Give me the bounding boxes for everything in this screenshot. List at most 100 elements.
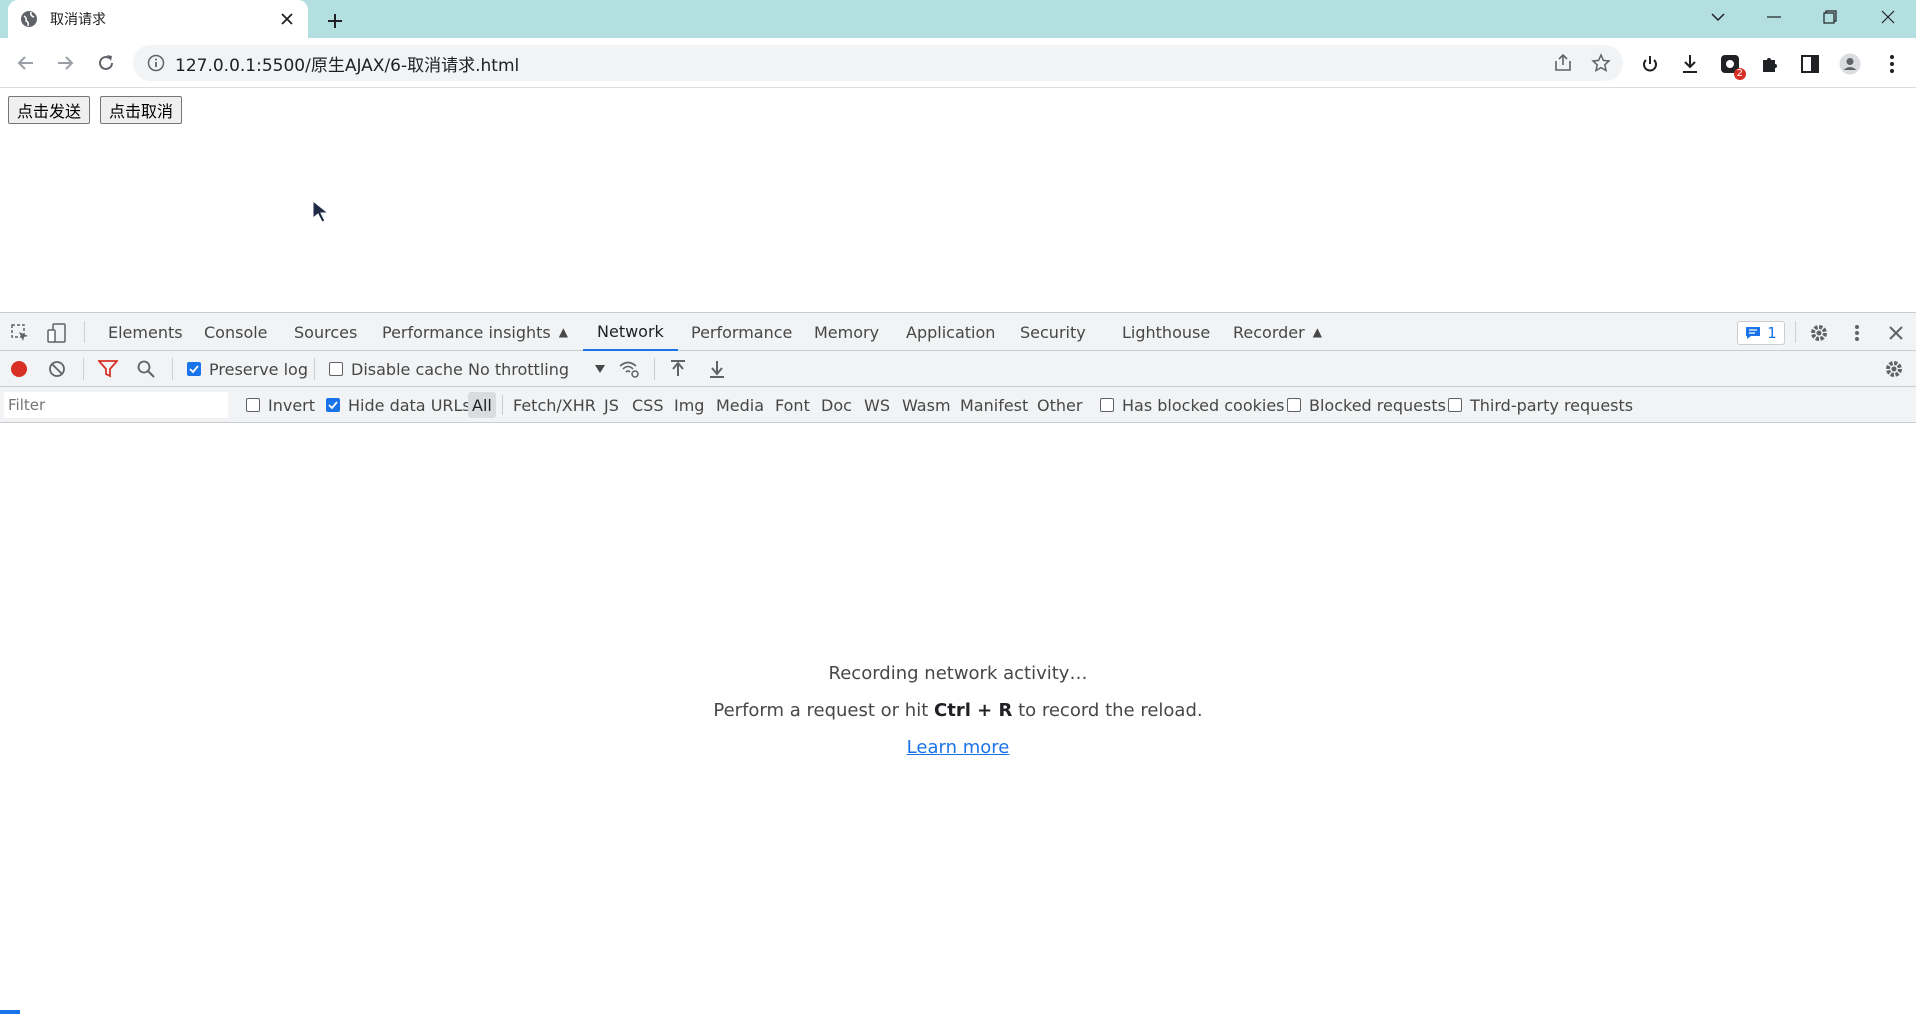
network-settings-gear-icon[interactable] [1884, 351, 1904, 387]
tab-label: Recorder [1233, 322, 1305, 342]
upload-icon[interactable] [670, 351, 686, 387]
profile-avatar-icon[interactable] [1838, 52, 1862, 76]
hide-data-urls-checkbox[interactable]: Hide data URLs [326, 387, 471, 423]
disable-cache-checkbox[interactable]: Disable cache [329, 351, 463, 387]
type-filter-media[interactable]: Media [712, 392, 768, 418]
hide-data-urls-label: Hide data URLs [348, 395, 471, 415]
tab-application[interactable]: Application [906, 313, 995, 351]
invert-checkbox[interactable]: Invert [246, 387, 315, 423]
power-icon[interactable] [1638, 52, 1662, 76]
browser-titlebar: 取消请求 [0, 0, 1916, 38]
tab-label: Elements [108, 322, 183, 342]
download-icon[interactable] [709, 351, 725, 387]
new-tab-button[interactable] [322, 8, 348, 34]
divider [1795, 321, 1796, 343]
reload-shortcut: Ctrl + R [934, 700, 1013, 721]
has-blocked-cookies-label: Has blocked cookies [1122, 395, 1285, 415]
tab-label: Security [1020, 322, 1086, 342]
reload-hint: Perform a request or hit Ctrl + R to rec… [0, 700, 1916, 721]
blocked-requests-checkbox[interactable]: Blocked requests [1287, 387, 1446, 423]
issues-count: 1 [1767, 324, 1777, 342]
back-icon[interactable] [10, 47, 42, 79]
third-party-requests-label: Third-party requests [1470, 395, 1634, 415]
type-filter-other[interactable]: Other [1033, 392, 1086, 418]
type-filter-js[interactable]: JS [600, 392, 623, 418]
tab-label: Performance [691, 322, 793, 342]
browser-tab[interactable]: 取消请求 [8, 0, 308, 38]
close-icon[interactable] [1885, 322, 1907, 344]
cancel-button[interactable]: 点击取消 [100, 96, 183, 124]
restore-icon[interactable] [1802, 0, 1858, 34]
tab-label: Sources [294, 322, 358, 342]
tab-sources[interactable]: Sources [294, 313, 357, 351]
tab-lighthouse[interactable]: Lighthouse [1122, 313, 1210, 351]
close-icon[interactable] [278, 10, 296, 28]
message-icon [1745, 326, 1761, 340]
tab-recorder[interactable]: Recorder ▲ [1233, 313, 1322, 351]
type-filter-wasm[interactable]: Wasm [898, 392, 955, 418]
tab-security[interactable]: Security [1020, 313, 1086, 351]
browser-toolbar: 127.0.0.1:5500/原生AJAX/6-取消请求.html 2 [0, 38, 1916, 88]
kebab-menu-icon[interactable] [1880, 52, 1904, 76]
checkbox-unchecked-icon [1100, 398, 1114, 412]
device-toolbar-icon[interactable] [46, 322, 68, 344]
reload-icon[interactable] [90, 47, 122, 79]
divider [502, 395, 503, 415]
minimize-icon[interactable] [1746, 0, 1802, 34]
inspect-element-icon[interactable] [9, 322, 31, 344]
address-bar[interactable]: 127.0.0.1:5500/原生AJAX/6-取消请求.html [133, 45, 1623, 81]
type-filter-img[interactable]: Img [670, 392, 708, 418]
type-filter-ws[interactable]: WS [860, 392, 894, 418]
clear-icon[interactable] [48, 351, 66, 387]
extension-badge-icon[interactable]: 2 [1718, 52, 1746, 80]
share-icon[interactable] [1553, 53, 1573, 73]
checkbox-unchecked-icon [246, 398, 260, 412]
third-party-requests-checkbox[interactable]: Third-party requests [1448, 387, 1633, 423]
devtools-panel: Elements Console Sources Performance ins… [0, 312, 1916, 1014]
blocked-requests-label: Blocked requests [1309, 395, 1446, 415]
throttling-select[interactable]: No throttling [468, 351, 606, 387]
type-filter-doc[interactable]: Doc [817, 392, 856, 418]
tab-performance[interactable]: Performance [691, 313, 792, 351]
recording-message: Recording network activity… [828, 663, 1088, 684]
tab-performance-insights[interactable]: Performance insights ▲ [382, 313, 568, 351]
url-text[interactable]: 127.0.0.1:5500/原生AJAX/6-取消请求.html [175, 51, 1553, 76]
info-icon[interactable] [147, 54, 165, 72]
window-close-icon[interactable] [1860, 0, 1916, 34]
has-blocked-cookies-checkbox[interactable]: Has blocked cookies [1100, 387, 1285, 423]
type-filter-font[interactable]: Font [771, 392, 814, 418]
checkbox-checked-icon [187, 362, 201, 376]
download-icon[interactable] [1678, 52, 1702, 76]
search-icon[interactable] [137, 351, 155, 387]
tab-label: Application [906, 322, 996, 342]
tab-network[interactable]: Network [583, 313, 678, 351]
star-icon[interactable] [1591, 53, 1611, 73]
tab-elements[interactable]: Elements [108, 313, 183, 351]
kebab-menu-icon[interactable] [1846, 322, 1868, 344]
tab-console[interactable]: Console [204, 313, 268, 351]
learn-more-link[interactable]: Learn more [0, 737, 1916, 758]
tab-memory[interactable]: Memory [814, 313, 879, 351]
devtools-tab-bar: Elements Console Sources Performance ins… [0, 313, 1916, 351]
chevron-down-icon[interactable] [1690, 0, 1746, 34]
forward-icon[interactable] [49, 47, 81, 79]
divider [83, 358, 84, 380]
invert-label: Invert [268, 395, 316, 415]
filter-icon[interactable] [98, 351, 118, 387]
send-button[interactable]: 点击发送 [8, 96, 91, 124]
preserve-log-checkbox[interactable]: Preserve log [187, 351, 308, 387]
type-filter-fetch-xhr[interactable]: Fetch/XHR [509, 392, 600, 418]
filter-input[interactable] [4, 392, 228, 418]
gear-icon[interactable] [1808, 322, 1830, 344]
puzzle-icon[interactable] [1758, 52, 1782, 76]
type-filter-all[interactable]: All [468, 392, 496, 418]
issues-button[interactable]: 1 [1737, 321, 1785, 345]
type-filter-css[interactable]: CSS [628, 392, 667, 418]
record-icon[interactable] [9, 351, 29, 387]
side-panel-icon[interactable] [1798, 52, 1822, 76]
tab-label: Console [204, 322, 268, 342]
checkbox-unchecked-icon [1287, 398, 1301, 412]
type-filter-manifest[interactable]: Manifest [956, 392, 1032, 418]
network-conditions-icon[interactable] [618, 351, 640, 387]
checkbox-checked-icon [326, 398, 340, 412]
